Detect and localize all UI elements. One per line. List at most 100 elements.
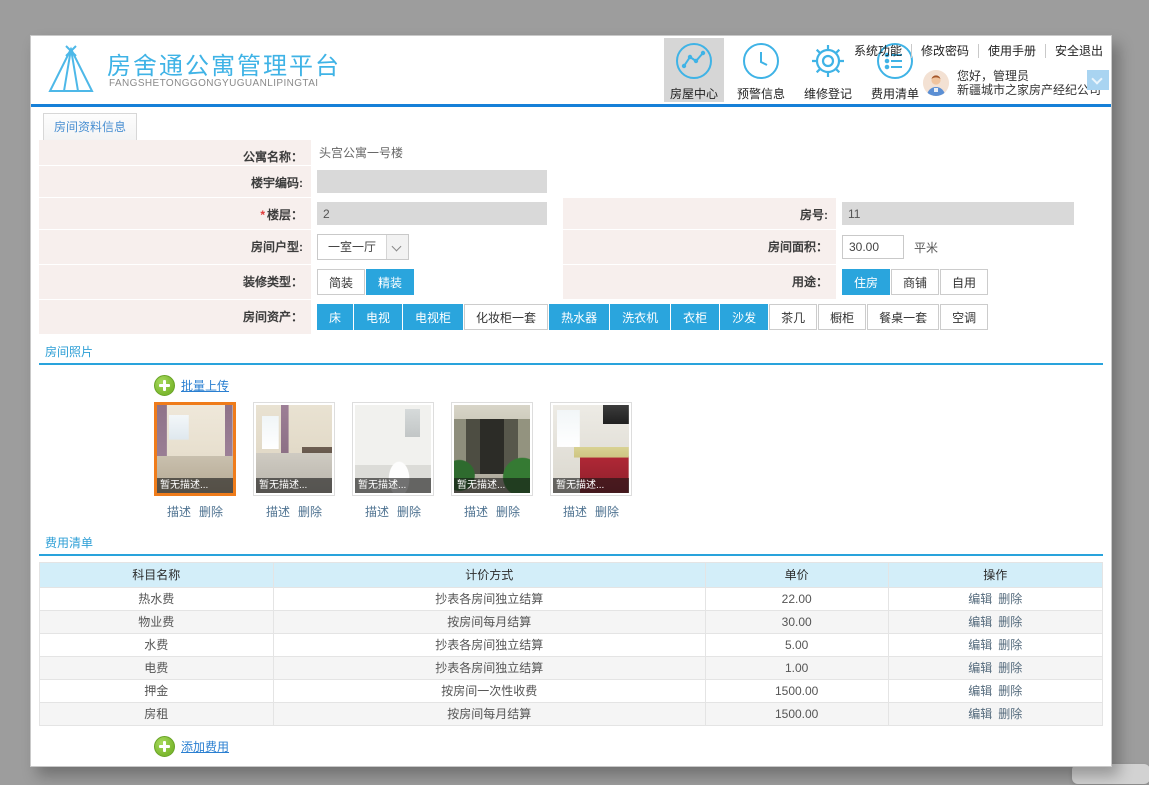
edit-link[interactable]: 编辑 [968,707,992,721]
cell-subject: 热水费 [40,588,274,611]
usage-option-shop[interactable]: 商铺 [891,269,940,295]
col-pricing: 计价方式 [273,563,706,588]
link-user-manual[interactable]: 使用手册 [977,44,1045,58]
asset-option-dining-set[interactable]: 餐桌一套 [867,304,940,330]
photo-thumbnail-kitchen[interactable]: 暂无描述... [550,402,632,496]
link-change-password[interactable]: 修改密码 [910,44,978,58]
photo-delete-link[interactable]: 删除 [199,505,223,519]
col-subject: 科目名称 [40,563,274,588]
cell-price: 1.00 [705,657,889,680]
col-price: 单价 [705,563,889,588]
building-code-input[interactable] [317,170,547,193]
asset-option-ac[interactable]: 空调 [940,304,989,330]
asset-option-washer[interactable]: 洗衣机 [610,304,671,330]
asset-option-tv-cabinet[interactable]: 电视柜 [403,304,464,330]
building-code-label: 楼宇编码: [39,166,311,197]
room-type-label: 房间户型: [39,230,311,264]
floor-input[interactable] [317,202,547,225]
photo-thumbnail-corridor[interactable]: 暂无描述... [451,402,533,496]
asset-option-water-heater[interactable]: 热水器 [549,304,610,330]
asset-option-wardrobe[interactable]: 衣柜 [671,304,720,330]
edit-link[interactable]: 编辑 [968,615,992,629]
cell-pricing: 按房间一次性收费 [273,680,706,703]
fees-section-title: 费用清单 [45,536,94,550]
cell-pricing: 按房间每月结算 [273,703,706,726]
cell-pricing: 抄表各房间独立结算 [273,634,706,657]
link-system-functions[interactable]: 系统功能 [845,44,911,58]
cell-price: 1500.00 [705,680,889,703]
cell-pricing: 抄表各房间独立结算 [273,657,706,680]
asset-option-bed[interactable]: 床 [317,304,354,330]
photo-item: 暂无描述... 描述 删除 [352,402,434,520]
photo-overlay-text: 暂无描述... [553,478,629,493]
add-plus-icon[interactable] [154,375,175,396]
delete-link[interactable]: 删除 [998,661,1022,675]
photo-thumbnail-room-with-desk[interactable]: 暂无描述... [154,402,236,496]
usage-option-residence[interactable]: 住房 [842,269,891,295]
delete-link[interactable]: 删除 [998,615,1022,629]
header-collapse-button[interactable] [1087,70,1109,90]
cell-pricing: 抄表各房间独立结算 [273,588,706,611]
desktop-artifact [1072,764,1149,784]
photo-item: 暂无描述... 描述 删除 [253,402,335,520]
photo-delete-link[interactable]: 删除 [298,505,322,519]
edit-link[interactable]: 编辑 [968,661,992,675]
app-subtitle: FANGSHETONGGONGYUGUANLIPINGTAI [109,78,319,89]
form-row-apartment-name: 公寓名称： 头宫公寓一号楼 [39,140,1103,166]
delete-link[interactable]: 删除 [998,638,1022,652]
link-safe-logout[interactable]: 安全退出 [1044,44,1103,58]
photo-overlay-text: 暂无描述... [256,478,332,493]
photo-describe-link[interactable]: 描述 [365,505,389,519]
asset-option-dresser-set[interactable]: 化妆柜一套 [464,304,549,330]
add-fee-link[interactable]: 添加费用 [181,738,229,755]
photo-thumbnail-bathroom[interactable]: 暂无描述... [352,402,434,496]
room-type-select[interactable]: 一室一厅 [317,234,410,260]
apartment-name-value: 头宫公寓一号楼 [319,146,404,160]
photo-thumbnail-room-with-bed[interactable]: 暂无描述... [253,402,335,496]
floor-label: * 楼层： [39,198,311,229]
edit-link[interactable]: 编辑 [968,638,992,652]
decoration-option-fine[interactable]: 精装 [366,269,415,295]
usage-option-self-use[interactable]: 自用 [940,269,989,295]
room-no-label: 房号: [563,198,836,229]
user-avatar [923,70,949,96]
form-row-floor-roomno: *楼层： 房号: [39,198,1103,230]
batch-upload-row: 批量上传 [154,375,1111,396]
nav-item-house-center[interactable]: 房屋中心 [664,38,724,102]
decoration-label: 装修类型： [39,265,311,299]
cell-subject: 押金 [40,680,274,703]
delete-link[interactable]: 删除 [998,707,1022,721]
add-plus-icon[interactable] [154,736,175,757]
edit-link[interactable]: 编辑 [968,684,992,698]
photo-delete-link[interactable]: 删除 [397,505,421,519]
photo-describe-link[interactable]: 描述 [563,505,587,519]
photo-describe-link[interactable]: 描述 [266,505,290,519]
tab-room-info[interactable]: 房间资料信息 [43,113,137,140]
photo-describe-link[interactable]: 描述 [464,505,488,519]
required-mark: * [260,208,265,222]
photo-delete-link[interactable]: 删除 [496,505,520,519]
nav-item-warning-info[interactable]: 预警信息 [731,38,791,102]
delete-link[interactable]: 删除 [998,684,1022,698]
asset-option-cupboard[interactable]: 橱柜 [818,304,867,330]
asset-option-tv[interactable]: 电视 [354,304,403,330]
photo-item: 暂无描述... 描述 删除 [451,402,533,520]
asset-option-sofa[interactable]: 沙发 [720,304,769,330]
form-row-decoration-usage: 装修类型： 简装 精装 用途： 住房 商铺 自用 [39,265,1103,300]
user-info: 您好，管理员 新疆城市之家房产经纪公司 [923,69,1101,97]
table-row: 热水费 抄表各房间独立结算 22.00 编辑 删除 [40,588,1102,611]
asset-option-tea-table[interactable]: 茶几 [769,304,818,330]
room-area-input[interactable] [842,235,904,259]
chevron-down-icon [1091,73,1103,85]
photo-delete-link[interactable]: 删除 [595,505,619,519]
table-row: 电费 抄表各房间独立结算 1.00 编辑 删除 [40,657,1102,680]
table-row: 物业费 按房间每月结算 30.00 编辑 删除 [40,611,1102,634]
header: 房舍通公寓管理平台 FANGSHETONGGONGYUGUANLIPINGTAI… [31,36,1111,104]
delete-link[interactable]: 删除 [998,592,1022,606]
decoration-option-simple[interactable]: 简装 [317,269,366,295]
edit-link[interactable]: 编辑 [968,592,992,606]
photo-describe-link[interactable]: 描述 [167,505,191,519]
room-no-input[interactable] [842,202,1074,225]
add-fee-row: 添加费用 [154,736,1111,757]
batch-upload-link[interactable]: 批量上传 [181,377,229,394]
